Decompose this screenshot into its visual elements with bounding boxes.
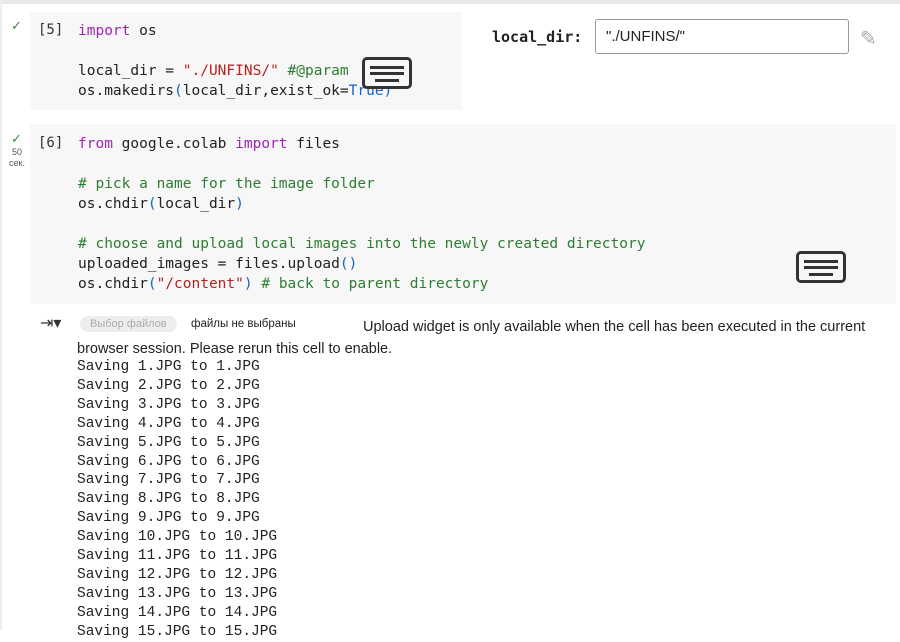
output-line: Saving 2.JPG to 2.JPG [77,377,260,394]
output-line: Saving 1.JPG to 1.JPG [77,359,260,375]
keyboard-icon[interactable] [796,251,846,283]
output-line: Saving 7.JPG to 7.JPG [77,472,260,489]
output-line: Saving 14.JPG to 14.JPG [77,604,278,621]
output-actions-icon[interactable]: ⇥▾ [40,313,61,333]
keyboard-icon[interactable] [362,57,412,89]
no-files-label: файлы не выбраны [191,318,296,330]
left-border [0,0,2,630]
output-line: Saving 3.JPG to 3.JPG [77,396,260,413]
output-line: Saving 13.JPG to 13.JPG [77,585,278,602]
output-line: Saving 15.JPG to 15.JPG [77,623,278,640]
edit-pencil-icon[interactable]: ✎ [860,26,877,51]
top-border [0,0,900,4]
output-line: Saving 5.JPG to 5.JPG [77,434,260,451]
output-line: Saving 8.JPG to 8.JPG [77,491,260,508]
execution-time: 50 сек. [9,147,25,168]
output-line: Saving 10.JPG to 10.JPG [77,529,278,546]
output-line: Saving 6.JPG to 6.JPG [77,453,260,470]
code-text[interactable]: from google.colab import files # pick a … [78,134,645,294]
output-line: Saving 11.JPG to 11.JPG [77,548,278,565]
choose-files-button[interactable]: Выбор файлов [80,316,177,332]
code-text[interactable]: import os local_dir = "./UNFINS/" #@para… [78,21,392,101]
execution-count[interactable]: [5] [38,22,63,38]
output-line: Saving 9.JPG to 9.JPG [77,510,260,527]
executed-check-icon: ✓ [11,131,22,146]
output-log: Saving 1.JPG to 1.JPG Saving 2.JPG to 2.J… [77,358,277,642]
executed-check-icon: ✓ [11,18,22,33]
local-dir-input[interactable]: "./UNFINS/" [595,19,849,54]
form-label-local-dir: local_dir: [492,28,583,46]
output-line: Saving 12.JPG to 12.JPG [77,566,278,583]
output-line: Saving 4.JPG to 4.JPG [77,415,260,432]
execution-count[interactable]: [6] [38,135,63,151]
